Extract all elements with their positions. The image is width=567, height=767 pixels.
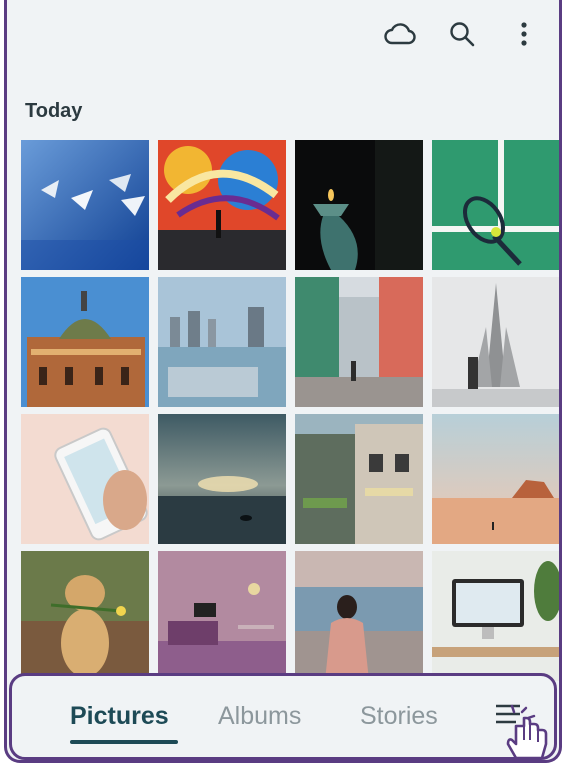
photo-thumbnail[interactable] [432, 414, 559, 544]
photo-thumbnail[interactable] [432, 277, 559, 407]
photo-thumbnail[interactable] [295, 277, 423, 407]
photo-thumbnail[interactable] [158, 551, 286, 681]
section-title-today: Today [25, 100, 83, 122]
search-icon[interactable] [445, 17, 479, 51]
photo-thumbnail[interactable] [432, 551, 559, 681]
bottom-navigation-bar: Pictures Albums Stories [9, 673, 557, 760]
cloud-icon[interactable] [383, 17, 417, 51]
active-tab-indicator [70, 740, 178, 744]
photo-thumbnail[interactable] [158, 414, 286, 544]
photo-thumbnail[interactable] [21, 277, 149, 407]
tab-pictures[interactable]: Pictures [70, 702, 169, 731]
menu-icon [496, 704, 548, 760]
more-vertical-icon[interactable] [507, 17, 541, 51]
photo-thumbnail[interactable] [432, 140, 559, 270]
photo-grid [21, 140, 559, 681]
photo-thumbnail[interactable] [21, 414, 149, 544]
tab-stories[interactable]: Stories [360, 702, 438, 731]
photo-thumbnail[interactable] [295, 140, 423, 270]
photo-thumbnail[interactable] [158, 140, 286, 270]
app-screen: Today Pictures Albums Stories [4, 0, 562, 763]
photo-thumbnail[interactable] [158, 277, 286, 407]
tab-albums[interactable]: Albums [218, 702, 301, 731]
photo-thumbnail[interactable] [295, 551, 423, 681]
top-action-bar [383, 12, 541, 56]
photo-thumbnail[interactable] [21, 140, 149, 270]
photo-thumbnail[interactable] [295, 414, 423, 544]
photo-thumbnail[interactable] [21, 551, 149, 681]
menu-button[interactable] [492, 700, 559, 760]
